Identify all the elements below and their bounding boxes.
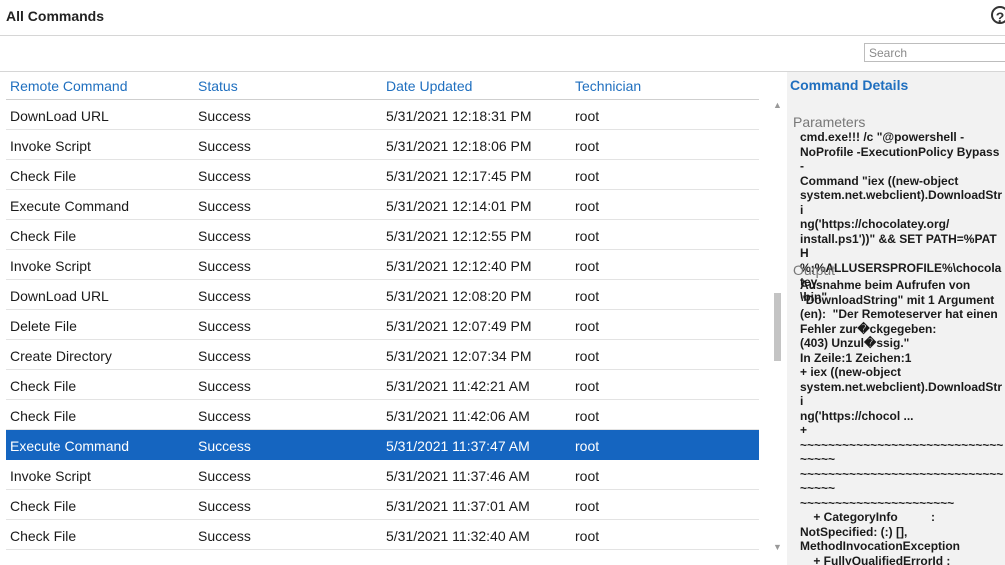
cell-remote-command: Execute Command <box>10 198 130 214</box>
cell-status: Success <box>198 108 251 124</box>
cell-remote-command: Invoke Script <box>10 258 91 274</box>
header-bar: All Commands ? <box>0 0 1005 36</box>
cell-date-updated: 5/31/2021 12:12:55 PM <box>386 228 532 244</box>
cell-status: Success <box>198 258 251 274</box>
cell-remote-command: Check File <box>10 498 77 514</box>
table-row[interactable]: Check File Success 5/31/2021 11:42:21 AM ro… <box>6 370 759 400</box>
cell-technician: root <box>575 468 600 484</box>
cell-technician: root <box>575 498 600 514</box>
cell-date-updated: 5/31/2021 12:18:06 PM <box>386 138 532 154</box>
cell-technician: root <box>575 198 600 214</box>
cell-status: Success <box>198 438 251 454</box>
cell-date-updated: 5/31/2021 12:12:40 PM <box>386 258 532 274</box>
column-header-technician[interactable]: Technician <box>575 78 641 94</box>
cell-remote-command: Invoke Script <box>10 138 91 154</box>
table-body: DownLoad URL Success 5/31/2021 12:18:31 PM… <box>6 100 759 550</box>
cell-remote-command: DownLoad URL <box>10 108 109 124</box>
cell-status: Success <box>198 378 251 394</box>
cell-date-updated: 5/31/2021 12:18:31 PM <box>386 108 532 124</box>
cell-status: Success <box>198 198 251 214</box>
column-header-remote-command[interactable]: Remote Command <box>10 78 128 94</box>
table-row[interactable]: Check File Success 5/31/2021 12:12:55 PM ro… <box>6 220 759 250</box>
cell-status: Success <box>198 288 251 304</box>
cell-status: Success <box>198 138 251 154</box>
table-row[interactable]: Create Directory Success 5/31/2021 12:07:3… <box>6 340 759 370</box>
cell-remote-command: Check File <box>10 378 77 394</box>
table-header: Remote Command Status Date Updated Techn… <box>6 72 759 100</box>
table-row[interactable]: Check File Success 5/31/2021 11:42:06 AM ro… <box>6 400 759 430</box>
cell-status: Success <box>198 498 251 514</box>
table-row[interactable]: Check File Success 5/31/2021 11:37:01 AM ro… <box>6 490 759 520</box>
cell-technician: root <box>575 108 600 124</box>
cell-technician: root <box>575 288 600 304</box>
cell-status: Success <box>198 468 251 484</box>
table-row[interactable]: Check File Success 5/31/2021 11:32:40 AM ro… <box>6 520 759 550</box>
column-header-status[interactable]: Status <box>198 78 238 94</box>
table-scrollbar[interactable]: ▲ ▼ <box>771 100 784 552</box>
scroll-up-icon[interactable]: ▲ <box>773 100 782 110</box>
cell-status: Success <box>198 168 251 184</box>
cell-remote-command: Check File <box>10 168 77 184</box>
cell-technician: root <box>575 138 600 154</box>
table-row[interactable]: Invoke Script Success 5/31/2021 12:12:40 P… <box>6 250 759 280</box>
parameters-label: Parameters <box>793 114 866 130</box>
table-row[interactable]: Check File Success 5/31/2021 12:17:45 PM ro… <box>6 160 759 190</box>
table-row[interactable]: DownLoad URL Success 5/31/2021 12:18:31 PM… <box>6 100 759 130</box>
cell-status: Success <box>198 228 251 244</box>
cell-date-updated: 5/31/2021 12:07:34 PM <box>386 348 532 364</box>
cell-technician: root <box>575 438 600 454</box>
cell-date-updated: 5/31/2021 12:17:45 PM <box>386 168 532 184</box>
help-icon[interactable]: ? <box>991 6 1005 25</box>
cell-status: Success <box>198 408 251 424</box>
cell-remote-command: Check File <box>10 228 77 244</box>
cell-date-updated: 5/31/2021 12:08:20 PM <box>386 288 532 304</box>
cell-technician: root <box>575 228 600 244</box>
search-input[interactable] <box>864 43 1005 62</box>
command-details-panel: Command Details Parameters cmd.exe!!! /c… <box>787 72 1005 565</box>
cell-date-updated: 5/31/2021 11:37:47 AM <box>386 438 530 454</box>
cell-remote-command: Check File <box>10 408 77 424</box>
table-row[interactable]: Execute Command Success 5/31/2021 11:37:47… <box>6 430 759 460</box>
cell-status: Success <box>198 318 251 334</box>
details-title: Command Details <box>790 77 909 93</box>
cell-technician: root <box>575 168 600 184</box>
table-row[interactable]: DownLoad URL Success 5/31/2021 12:08:20 PM… <box>6 280 759 310</box>
cell-date-updated: 5/31/2021 11:37:01 AM <box>386 498 530 514</box>
cell-status: Success <box>198 348 251 364</box>
cell-remote-command: Delete File <box>10 318 77 334</box>
cell-date-updated: 5/31/2021 12:14:01 PM <box>386 198 532 214</box>
cell-remote-command: DownLoad URL <box>10 288 109 304</box>
cell-technician: root <box>575 318 600 334</box>
cell-date-updated: 5/31/2021 11:42:06 AM <box>386 408 530 424</box>
scrollbar-thumb[interactable] <box>774 293 781 361</box>
cell-remote-command: Create Directory <box>10 348 112 364</box>
cell-date-updated: 5/31/2021 12:07:49 PM <box>386 318 532 334</box>
scroll-down-icon[interactable]: ▼ <box>773 542 782 552</box>
table-row[interactable]: Invoke Script Success 5/31/2021 12:18:06 P… <box>6 130 759 160</box>
cell-technician: root <box>575 348 600 364</box>
cell-technician: root <box>575 408 600 424</box>
page-title: All Commands <box>6 8 105 24</box>
output-text: Ausnahme beim Aufrufen von "DownloadStri… <box>800 278 1004 565</box>
cell-remote-command: Check File <box>10 528 77 544</box>
cell-technician: root <box>575 528 600 544</box>
cell-remote-command: Invoke Script <box>10 468 91 484</box>
cell-status: Success <box>198 528 251 544</box>
output-label: Output <box>793 262 836 278</box>
cell-date-updated: 5/31/2021 11:37:46 AM <box>386 468 530 484</box>
cell-technician: root <box>575 258 600 274</box>
table-row[interactable]: Execute Command Success 5/31/2021 12:14:01… <box>6 190 759 220</box>
table-row[interactable]: Invoke Script Success 5/31/2021 11:37:46 A… <box>6 460 759 490</box>
column-header-date-updated[interactable]: Date Updated <box>386 78 472 94</box>
table-row[interactable]: Delete File Success 5/31/2021 12:07:49 PM r… <box>6 310 759 340</box>
cell-date-updated: 5/31/2021 11:42:21 AM <box>386 378 530 394</box>
commands-table: Remote Command Status Date Updated Techn… <box>6 72 759 550</box>
cell-remote-command: Execute Command <box>10 438 130 454</box>
cell-technician: root <box>575 378 600 394</box>
cell-date-updated: 5/31/2021 11:32:40 AM <box>386 528 530 544</box>
